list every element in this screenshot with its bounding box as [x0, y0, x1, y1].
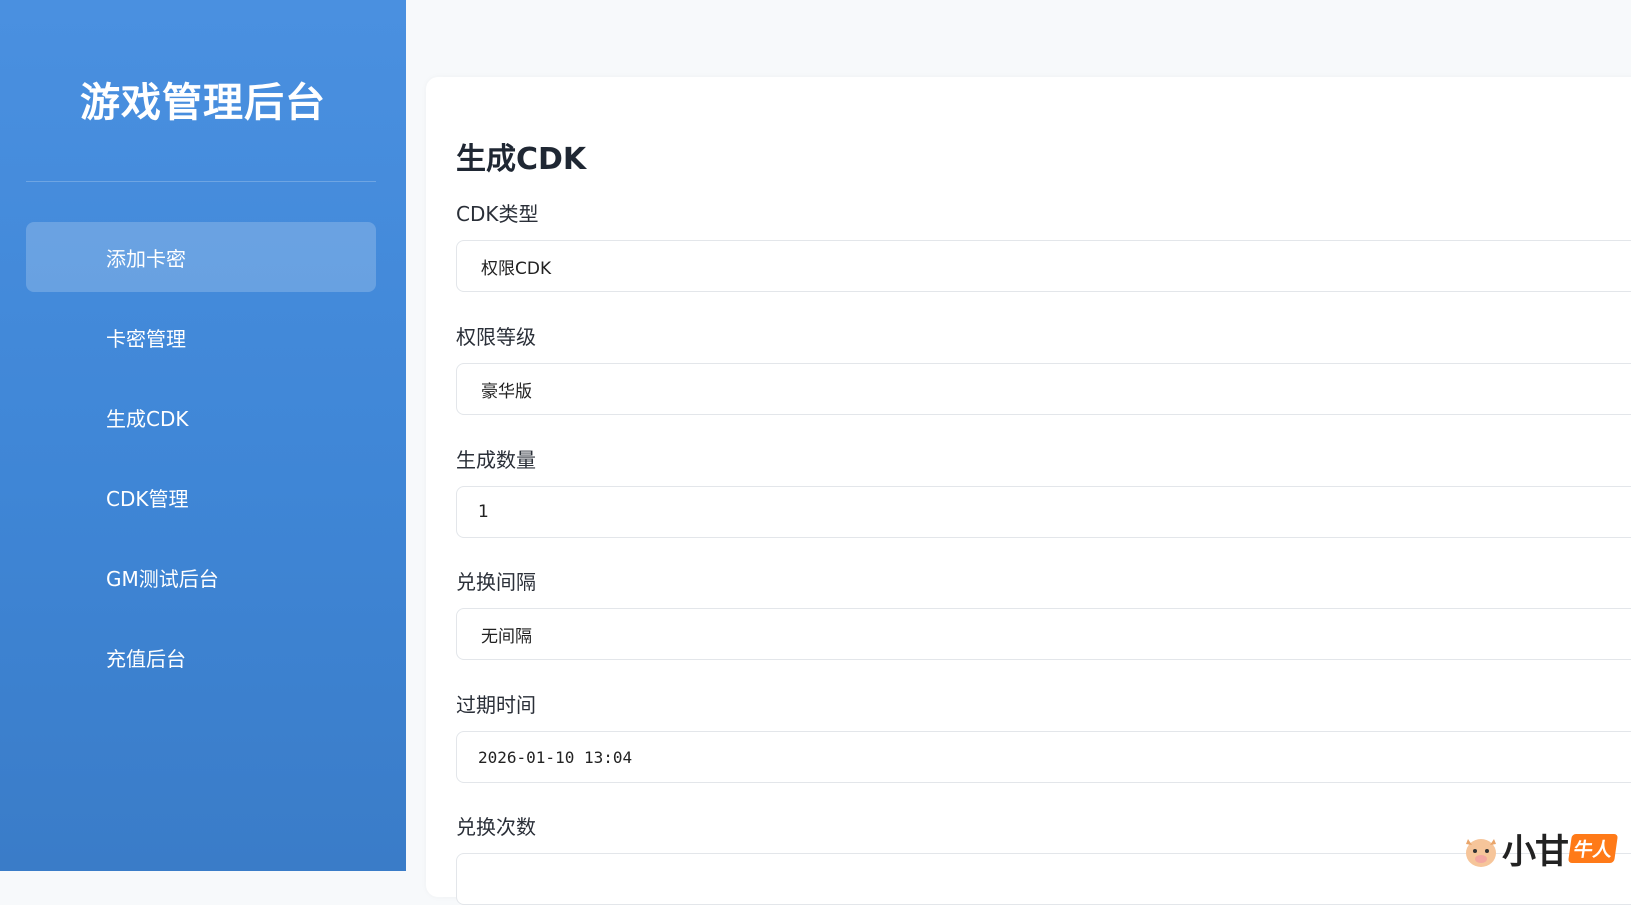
sidebar-item-label: 生成CDK	[106, 406, 189, 431]
sidebar: 游戏管理后台 添加卡密 卡密管理 生成CDK CDK管理 GM测试后台 充值后台	[0, 0, 406, 871]
field-label: 生成数量	[456, 448, 536, 472]
redeem-interval-select[interactable]: 无间隔	[456, 608, 1631, 660]
field-label: 兑换次数	[456, 815, 536, 839]
brand-divider	[26, 181, 376, 182]
permission-level-field: 权限等级 豪华版	[456, 322, 1631, 415]
field-label: 过期时间	[456, 693, 536, 717]
cdk-type-select[interactable]: 权限CDK	[456, 240, 1631, 292]
top-bar	[406, 0, 1631, 37]
sidebar-item-generate-cdk[interactable]: 生成CDK	[26, 382, 376, 452]
generate-quantity-input[interactable]: 1	[456, 486, 1631, 538]
redeem-count-field: 兑换次数	[456, 812, 1631, 905]
permission-level-select[interactable]: 豪华版	[456, 363, 1631, 415]
sidebar-item-recharge[interactable]: 充值后台	[26, 622, 376, 692]
watermark-logo: 小甘 牛人	[1462, 825, 1631, 872]
generate-quantity-field: 生成数量 1	[456, 445, 1631, 538]
sidebar-item-add-card-key[interactable]: 添加卡密	[26, 222, 376, 292]
redeem-interval-field: 兑换间隔 无间隔	[456, 567, 1631, 660]
field-label: 兑换间隔	[456, 570, 536, 594]
brand-title: 游戏管理后台	[80, 80, 326, 126]
sidebar-item-label: CDK管理	[106, 486, 189, 511]
cow-mascot-icon	[1462, 827, 1500, 869]
watermark-badge: 牛人	[1567, 833, 1619, 863]
redeem-count-input[interactable]	[456, 853, 1631, 905]
field-label: CDK类型	[456, 202, 539, 226]
cdk-type-field: CDK类型 权限CDK	[456, 199, 1631, 292]
sidebar-item-label: 充值后台	[106, 646, 186, 671]
expire-time-field: 过期时间 2026-01-10 13:04	[456, 690, 1631, 783]
sidebar-item-card-key-management[interactable]: 卡密管理	[26, 302, 376, 372]
page-title: 生成CDK	[456, 142, 587, 177]
expire-time-input[interactable]: 2026-01-10 13:04	[456, 731, 1631, 783]
sidebar-nav: 添加卡密 卡密管理 生成CDK CDK管理 GM测试后台 充值后台	[26, 222, 376, 702]
sidebar-item-cdk-management[interactable]: CDK管理	[26, 462, 376, 532]
watermark-text: 小甘	[1502, 831, 1569, 872]
generate-cdk-card: 生成CDK CDK类型 权限CDK 权限等级 豪华版 生成数量 1 兑换间隔 无…	[426, 77, 1631, 905]
sidebar-item-label: 添加卡密	[106, 246, 186, 271]
field-label: 权限等级	[456, 325, 536, 349]
sidebar-item-label: 卡密管理	[106, 326, 186, 351]
sidebar-item-label: GM测试后台	[106, 566, 219, 591]
sidebar-item-gm-test[interactable]: GM测试后台	[26, 542, 376, 612]
